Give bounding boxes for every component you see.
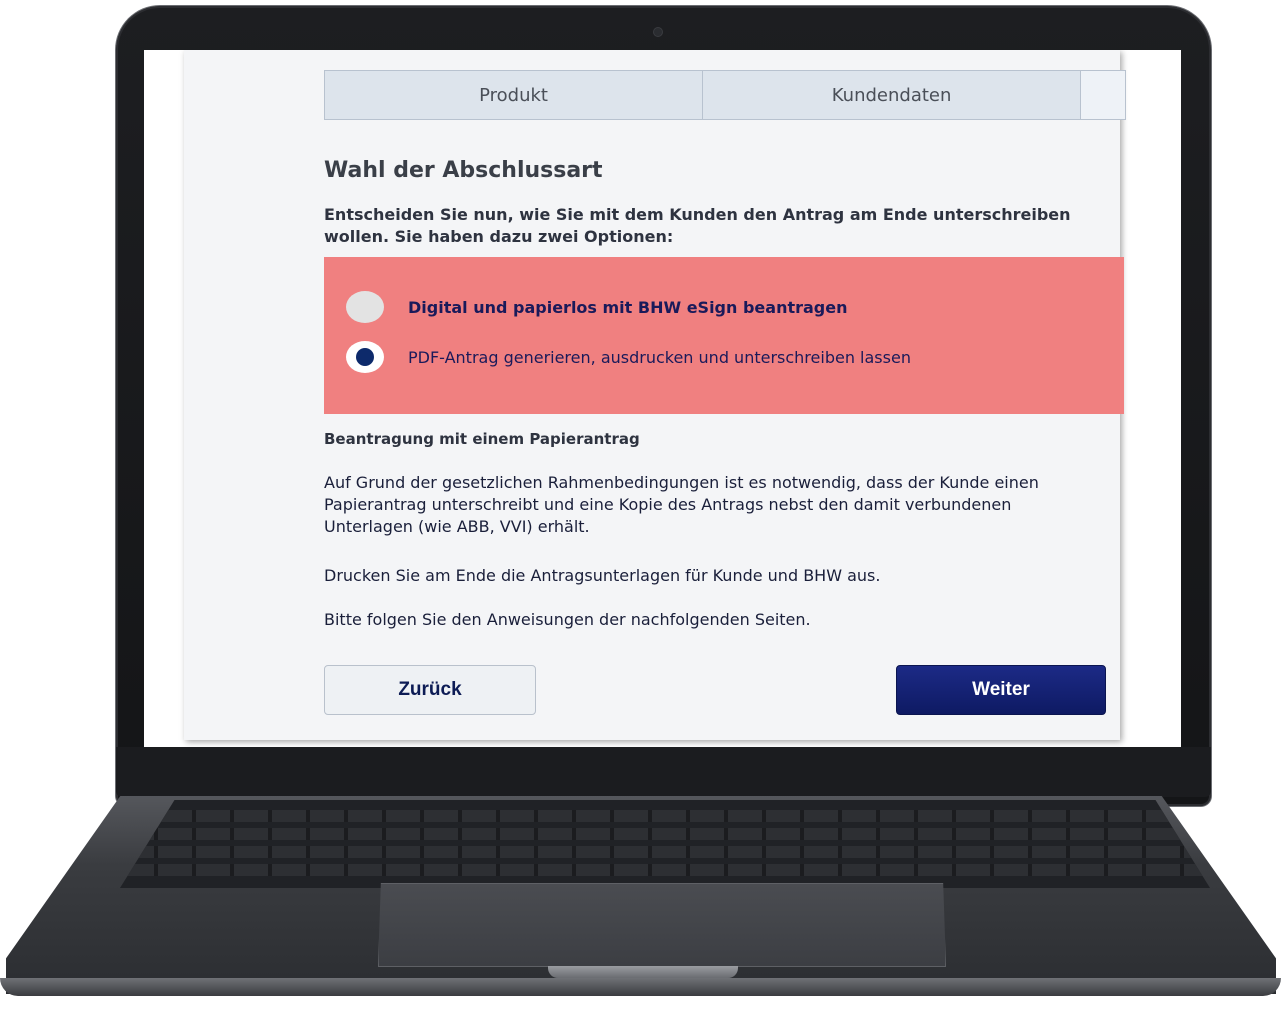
laptop-base-edge xyxy=(0,978,1281,996)
laptop-bezel-bottom xyxy=(116,747,1211,797)
laptop-notch xyxy=(548,966,738,978)
radio-unchecked-icon[interactable] xyxy=(346,291,384,323)
next-button[interactable]: Weiter xyxy=(896,665,1106,715)
info-subtitle: Beantragung mit einem Papierantrag xyxy=(324,430,640,448)
info-paragraph-instructions: Bitte folgen Sie den Anweisungen der nac… xyxy=(324,610,811,629)
page-title: Wahl der Abschlussart xyxy=(324,158,603,183)
laptop-keyboard xyxy=(120,800,1210,888)
laptop-screen: Produkt Kundendaten Wahl der Abschlussar… xyxy=(144,50,1181,747)
option-esign[interactable]: Digital und papierlos mit BHW eSign bean… xyxy=(346,291,847,323)
tab-next-step[interactable] xyxy=(1081,71,1126,119)
webcam-icon xyxy=(654,28,662,36)
tab-kundendaten[interactable]: Kundendaten xyxy=(703,71,1082,119)
info-paragraph-legal: Auf Grund der gesetzlichen Rahmenbedingu… xyxy=(324,473,1039,536)
back-button[interactable]: Zurück xyxy=(324,665,536,715)
tab-produkt[interactable]: Produkt xyxy=(325,71,704,119)
radio-checked-icon[interactable] xyxy=(346,341,384,373)
application-window: Produkt Kundendaten Wahl der Abschlussar… xyxy=(184,50,1126,740)
option-esign-label: Digital und papierlos mit BHW eSign bean… xyxy=(408,297,848,317)
option-pdf-label: PDF-Antrag generieren, ausdrucken und un… xyxy=(408,347,911,367)
signing-options-panel: Digital und papierlos mit BHW eSign bean… xyxy=(324,257,1124,414)
option-pdf[interactable]: PDF-Antrag generieren, ausdrucken und un… xyxy=(346,341,911,373)
step-tabs: Produkt Kundendaten xyxy=(324,70,1126,120)
intro-text: Entscheiden Sie nun, wie Sie mit dem Kun… xyxy=(324,205,1071,246)
laptop-trackpad xyxy=(378,883,946,967)
info-paragraph-print: Drucken Sie am Ende die Antragsunterlage… xyxy=(324,566,881,585)
